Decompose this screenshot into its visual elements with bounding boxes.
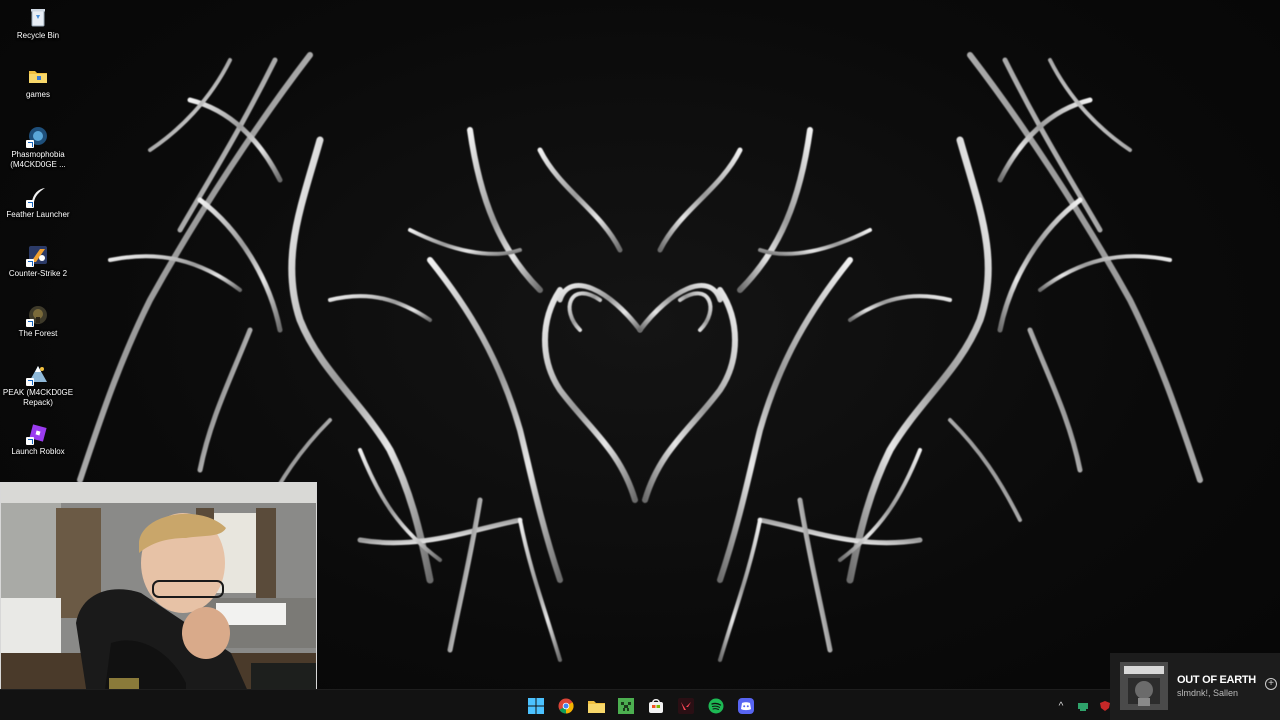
desktop-icon-feather-launcher[interactable]: Feather Launcher	[2, 181, 74, 237]
taskbar-discord[interactable]	[734, 694, 758, 718]
desktop-icon-counter-strike-2[interactable]: Counter-Strike 2	[2, 240, 74, 296]
store-icon	[649, 699, 663, 713]
desktop-icon-phasmophobia[interactable]: Phasmophobia (M4CKD0GE ...	[2, 121, 74, 177]
webcam-feed-image	[1, 483, 316, 719]
recycle-bin-icon	[27, 6, 49, 28]
start-button[interactable]	[524, 694, 548, 718]
track-artist: slmdnk!, Sallen	[1177, 688, 1239, 698]
feather-icon	[26, 185, 49, 208]
desktop-icon-peak[interactable]: PEAK (M4CKD0GE Repack)	[2, 359, 74, 415]
start-icon	[528, 698, 544, 714]
shortcut-arrow-icon	[26, 319, 34, 327]
desktop-icon-the-forest[interactable]: The Forest	[2, 300, 74, 356]
valorant-icon	[678, 698, 694, 714]
taskbar-store[interactable]	[644, 694, 668, 718]
taskbar: ^	[0, 689, 1280, 720]
folder-icon	[27, 65, 49, 87]
shortcut-arrow-icon	[26, 140, 34, 148]
album-art-image	[1120, 662, 1168, 710]
taskbar-apps	[524, 693, 758, 719]
spotify-icon	[708, 698, 724, 714]
shortcut-arrow-icon	[26, 378, 34, 386]
desktop: Recycle Bin games Phasmophobia (M4CKD0GE…	[0, 0, 1280, 720]
taskbar-minecraft[interactable]	[614, 694, 638, 718]
chrome-icon	[558, 698, 574, 714]
tray-network-icon[interactable]	[1076, 699, 1090, 713]
desktop-icon-games[interactable]: games	[2, 61, 74, 117]
desktop-icon-recycle-bin[interactable]: Recycle Bin	[2, 2, 74, 58]
counter-strike-icon	[26, 244, 49, 267]
shortcut-arrow-icon	[26, 259, 34, 267]
desktop-icon-launch-roblox[interactable]: Launch Roblox	[2, 418, 74, 474]
shortcut-arrow-icon	[26, 437, 34, 445]
taskbar-file-explorer[interactable]	[584, 694, 608, 718]
system-tray: ^	[1054, 696, 1112, 716]
shortcut-arrow-icon	[26, 200, 34, 208]
the-forest-icon	[26, 304, 49, 327]
file-explorer-icon	[587, 701, 605, 713]
taskbar-chrome[interactable]	[554, 694, 578, 718]
peak-icon	[26, 363, 49, 386]
webcam-overlay	[0, 482, 317, 720]
taskbar-valorant[interactable]	[674, 694, 698, 718]
track-title: OUT OF EARTH	[1177, 674, 1256, 686]
tray-overflow-chevron-icon[interactable]: ^	[1054, 699, 1068, 713]
roblox-icon	[26, 422, 49, 445]
add-to-library-button[interactable]: +	[1265, 678, 1277, 690]
minecraft-icon	[618, 698, 634, 714]
discord-icon	[738, 698, 754, 714]
taskbar-spotify[interactable]	[704, 694, 728, 718]
now-playing-widget[interactable]: OUT OF EARTH slmdnk!, Sallen +	[1110, 653, 1280, 720]
phasmophobia-icon	[26, 125, 49, 148]
